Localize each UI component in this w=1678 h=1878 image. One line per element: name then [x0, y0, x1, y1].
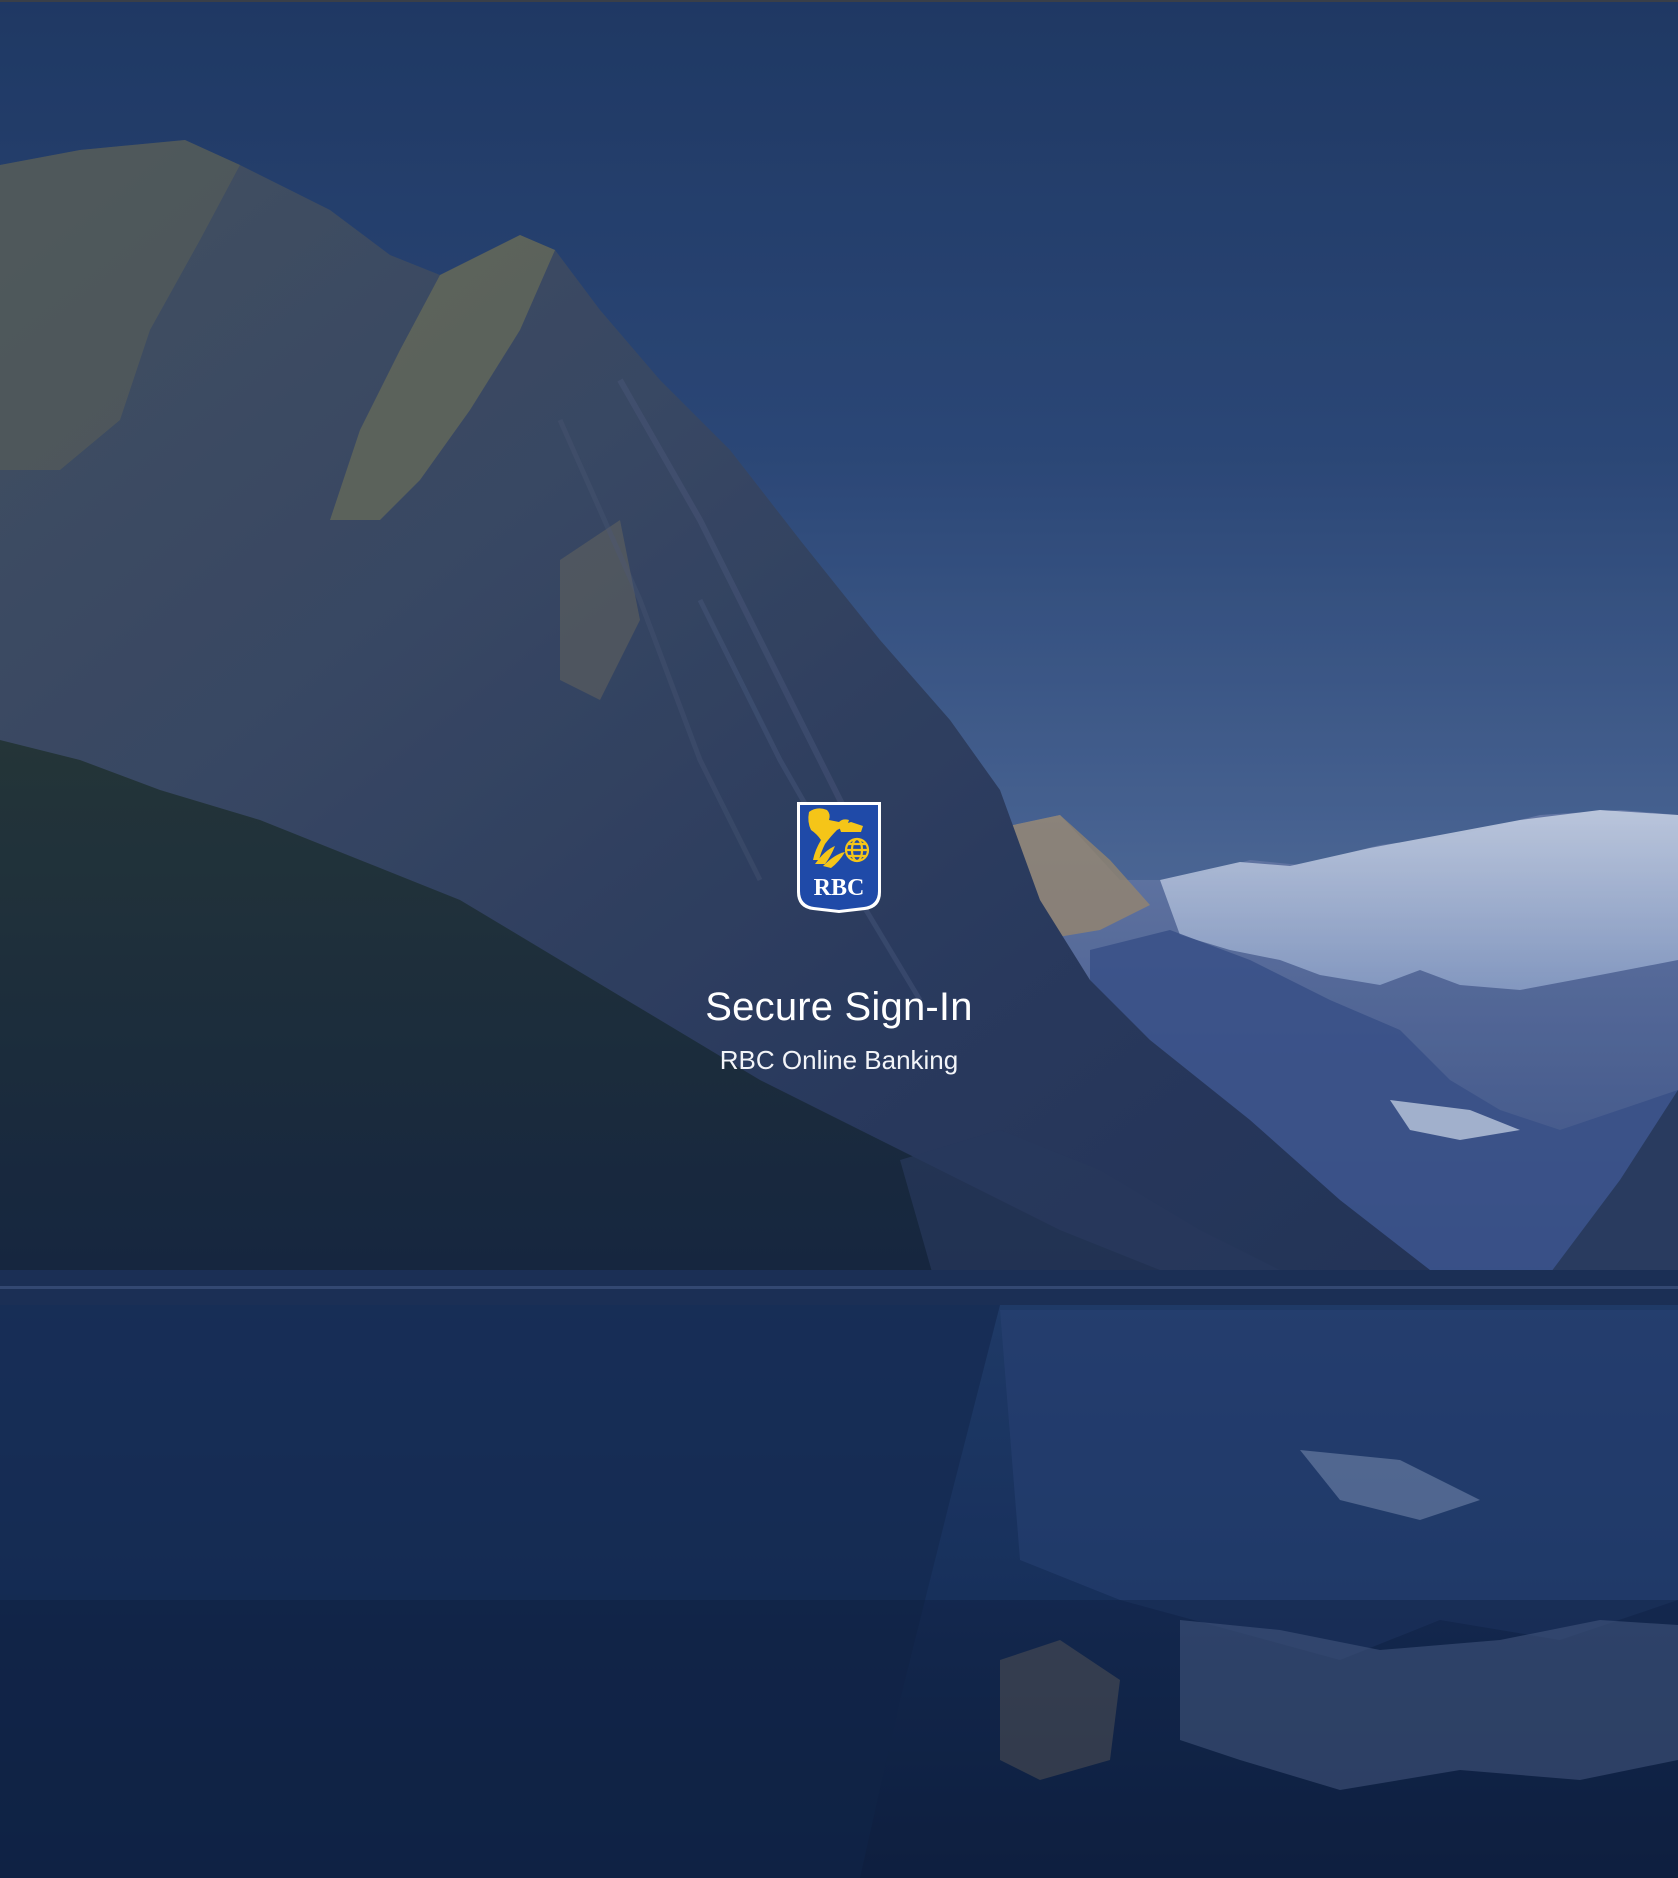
- top-border: [0, 0, 1678, 2]
- svg-text:RBC: RBC: [814, 875, 865, 901]
- sign-in-header: RBC Secure Sign-In RBC Online Banking: [0, 800, 1678, 1076]
- page-title: Secure Sign-In: [705, 985, 973, 1029]
- rbc-shield-logo: RBC: [797, 802, 881, 913]
- page-subtitle: RBC Online Banking: [719, 1045, 959, 1075]
- sign-in-splash-screen: RBC Secure Sign-In RBC Online Banking: [0, 0, 1678, 1878]
